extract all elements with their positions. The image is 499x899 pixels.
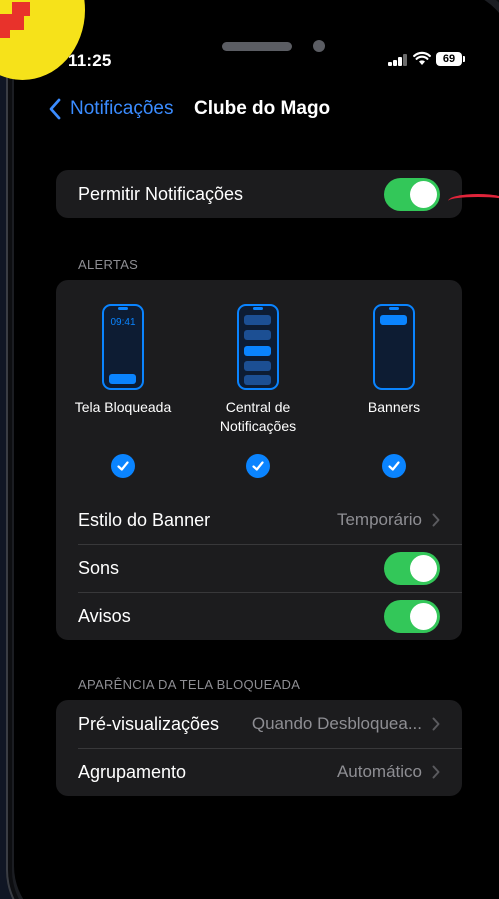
lock-screen-group: Pré-visualizações Quando Desbloquea... A…: [56, 700, 462, 796]
allow-notifications-row: Permitir Notificações: [56, 170, 462, 218]
cellular-signal-icon: [388, 54, 408, 66]
lock-screen-phone-icon: 09:41: [102, 304, 144, 390]
back-button[interactable]: Notificações: [48, 96, 174, 122]
status-time: 11:25: [68, 51, 112, 70]
back-button-label: Notificações: [70, 98, 174, 119]
lock-screen-section-header: APARÊNCIA DA TELA BLOQUEADA: [78, 677, 301, 692]
grouping-row[interactable]: Agrupamento Automático: [56, 748, 462, 796]
alert-option-label: Tela Bloqueada: [74, 399, 172, 415]
lock-screen-mock-time: 09:41: [110, 317, 136, 328]
alerts-group: 09:41 Tela Bloqueada Central de Notificaç…: [56, 280, 462, 640]
banner-style-value: Temporário: [336, 510, 422, 529]
grouping-value: Automático: [336, 762, 422, 781]
chevron-left-icon: [49, 98, 61, 120]
alert-option-lock-screen[interactable]: 09:41 Tela Bloqueada: [58, 304, 188, 417]
toggle-knob: [410, 555, 437, 582]
page-title: Clube do Mago: [194, 98, 331, 119]
previews-value: Quando Desbloquea...: [251, 714, 422, 733]
alert-option-banners[interactable]: Banners: [344, 304, 444, 417]
checkmark-icon[interactable]: [111, 454, 135, 478]
allow-notifications-toggle[interactable]: [384, 178, 440, 211]
grouping-label: Agrupamento: [78, 761, 187, 782]
alert-style-options: 09:41 Tela Bloqueada Central de Notificaç…: [56, 280, 462, 496]
battery-icon: 69: [436, 52, 465, 66]
dynamic-island-camera: [313, 40, 325, 52]
previews-label: Pré-visualizações: [78, 713, 220, 734]
toggle-knob: [410, 181, 437, 208]
checkmark-icon[interactable]: [246, 454, 270, 478]
previews-row[interactable]: Pré-visualizações Quando Desbloquea...: [56, 700, 462, 748]
sounds-row: Sons: [56, 544, 462, 592]
alerts-section-header: ALERTAS: [78, 257, 139, 272]
chevron-right-icon: [432, 717, 440, 731]
dynamic-island-speaker: [222, 42, 292, 51]
photo-scene: 11:25 69 Notificações Clube do Mago Perm…: [0, 0, 499, 899]
badges-toggle[interactable]: [384, 600, 440, 633]
alert-option-label: Banners: [367, 399, 421, 415]
sounds-toggle[interactable]: [384, 552, 440, 585]
chevron-right-icon: [432, 513, 440, 527]
toggle-knob: [410, 603, 437, 630]
alert-option-label: Central de Notificações: [219, 399, 297, 434]
notification-center-phone-icon: [237, 304, 279, 390]
banner-style-label: Estilo do Banner: [78, 509, 211, 530]
checkmark-icon[interactable]: [382, 454, 406, 478]
alert-option-notification-center[interactable]: Central de Notificações: [209, 304, 307, 436]
red-annotation-line: [448, 194, 499, 208]
wifi-icon: [413, 51, 431, 65]
allow-notifications-group: Permitir Notificações: [56, 170, 462, 218]
chevron-right-icon: [432, 765, 440, 779]
badges-row: Avisos: [56, 592, 462, 640]
banners-phone-icon: [373, 304, 415, 390]
banner-style-row[interactable]: Estilo do Banner Temporário: [56, 496, 462, 544]
